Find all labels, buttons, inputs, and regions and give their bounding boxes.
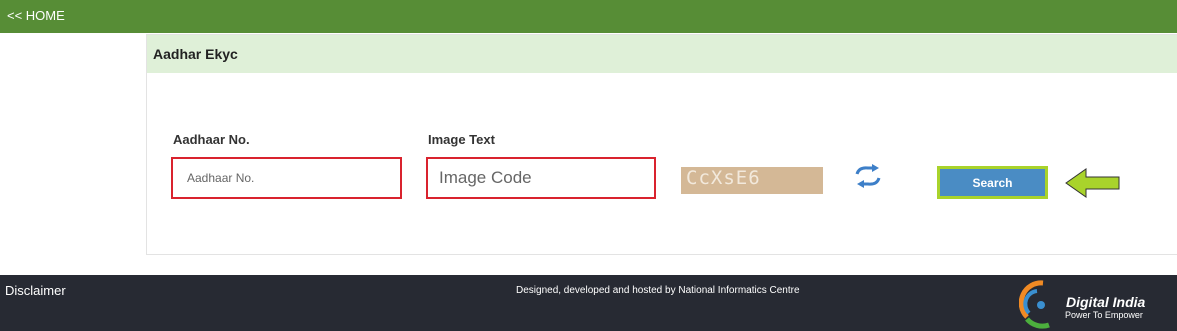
aadhaar-input[interactable] — [171, 157, 402, 199]
footer: Disclaimer Designed, developed and hoste… — [0, 275, 1177, 331]
captcha-image: CcXsE6 — [681, 167, 823, 194]
aadhaar-label: Aadhaar No. — [173, 132, 250, 147]
logo-title: Digital India — [1066, 294, 1146, 310]
panel-title: Aadhar Ekyc — [153, 46, 238, 62]
home-link[interactable]: << HOME — [7, 8, 65, 23]
refresh-icon[interactable] — [853, 163, 883, 189]
image-code-input[interactable] — [426, 157, 656, 199]
image-text-label: Image Text — [428, 132, 495, 147]
digital-india-logo: Digital India Power To Empower — [1019, 279, 1159, 329]
ekyc-panel: Aadhar Ekyc — [146, 34, 1177, 255]
footer-credit: Designed, developed and hosted by Nation… — [516, 285, 800, 296]
top-nav-bar: << HOME — [0, 0, 1177, 33]
disclaimer-link[interactable]: Disclaimer — [5, 283, 66, 298]
captcha-text: CcXsE6 — [686, 167, 761, 189]
left-arrow-icon — [1064, 167, 1122, 199]
panel-header: Aadhar Ekyc — [147, 35, 1177, 73]
search-button[interactable]: Search — [937, 166, 1048, 199]
logo-tagline: Power To Empower — [1065, 310, 1143, 320]
